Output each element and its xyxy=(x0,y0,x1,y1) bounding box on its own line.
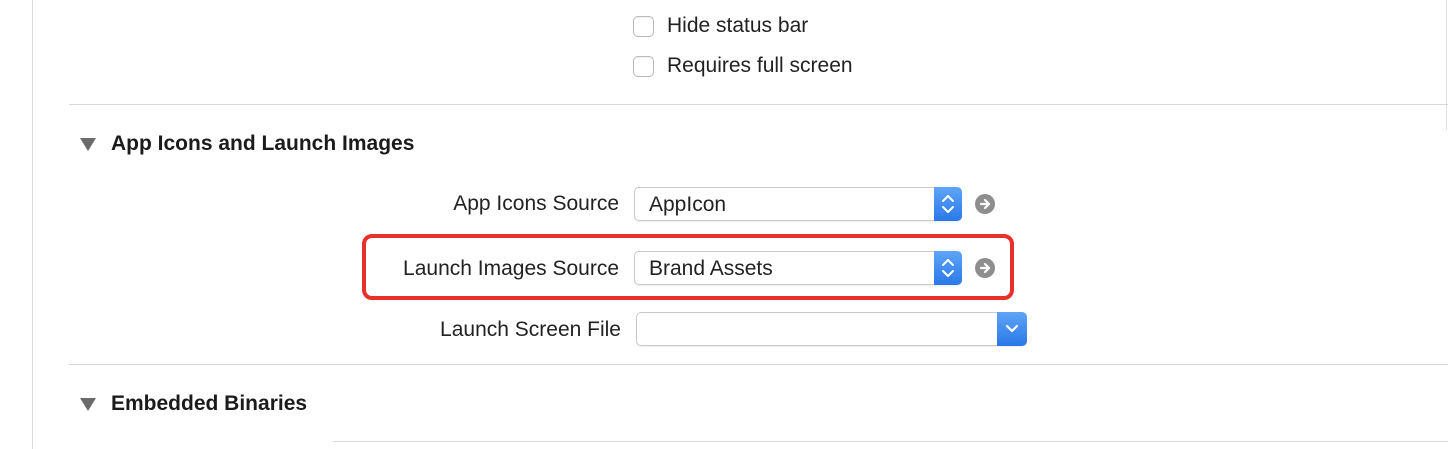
disclosure-triangle-icon[interactable] xyxy=(80,137,96,151)
up-down-chevron-icon[interactable] xyxy=(934,187,962,221)
disclosure-triangle-icon[interactable] xyxy=(80,397,96,411)
left-border xyxy=(32,0,33,449)
popup-value: AppIcon xyxy=(649,193,727,216)
hide-status-bar-row[interactable]: Hide status bar xyxy=(633,13,808,39)
section-divider xyxy=(69,104,1448,105)
arrow-circle-right-icon[interactable] xyxy=(975,194,995,214)
table-divider xyxy=(333,441,1448,442)
launch-screen-file-label: Launch Screen File xyxy=(440,318,621,341)
hide-status-bar-checkbox[interactable] xyxy=(633,15,654,37)
app-icons-source-label: App Icons Source xyxy=(453,192,619,215)
right-border xyxy=(1446,0,1447,130)
section-title: App Icons and Launch Images xyxy=(111,132,415,155)
hide-status-bar-label: Hide status bar xyxy=(667,14,809,37)
section-title: Embedded Binaries xyxy=(111,392,308,415)
requires-full-screen-row[interactable]: Requires full screen xyxy=(633,53,853,79)
launch-screen-file-combobox[interactable] xyxy=(636,312,1027,346)
app-icons-section-header[interactable]: App Icons and Launch Images xyxy=(80,130,414,158)
chevron-down-icon[interactable] xyxy=(997,312,1027,346)
requires-full-screen-label: Requires full screen xyxy=(667,54,853,77)
requires-full-screen-checkbox[interactable] xyxy=(633,55,654,77)
app-icons-source-popup[interactable]: AppIcon xyxy=(634,187,962,221)
embedded-binaries-section-header[interactable]: Embedded Binaries xyxy=(80,390,307,418)
section-divider xyxy=(69,364,1448,365)
highlight-annotation xyxy=(362,234,1014,300)
